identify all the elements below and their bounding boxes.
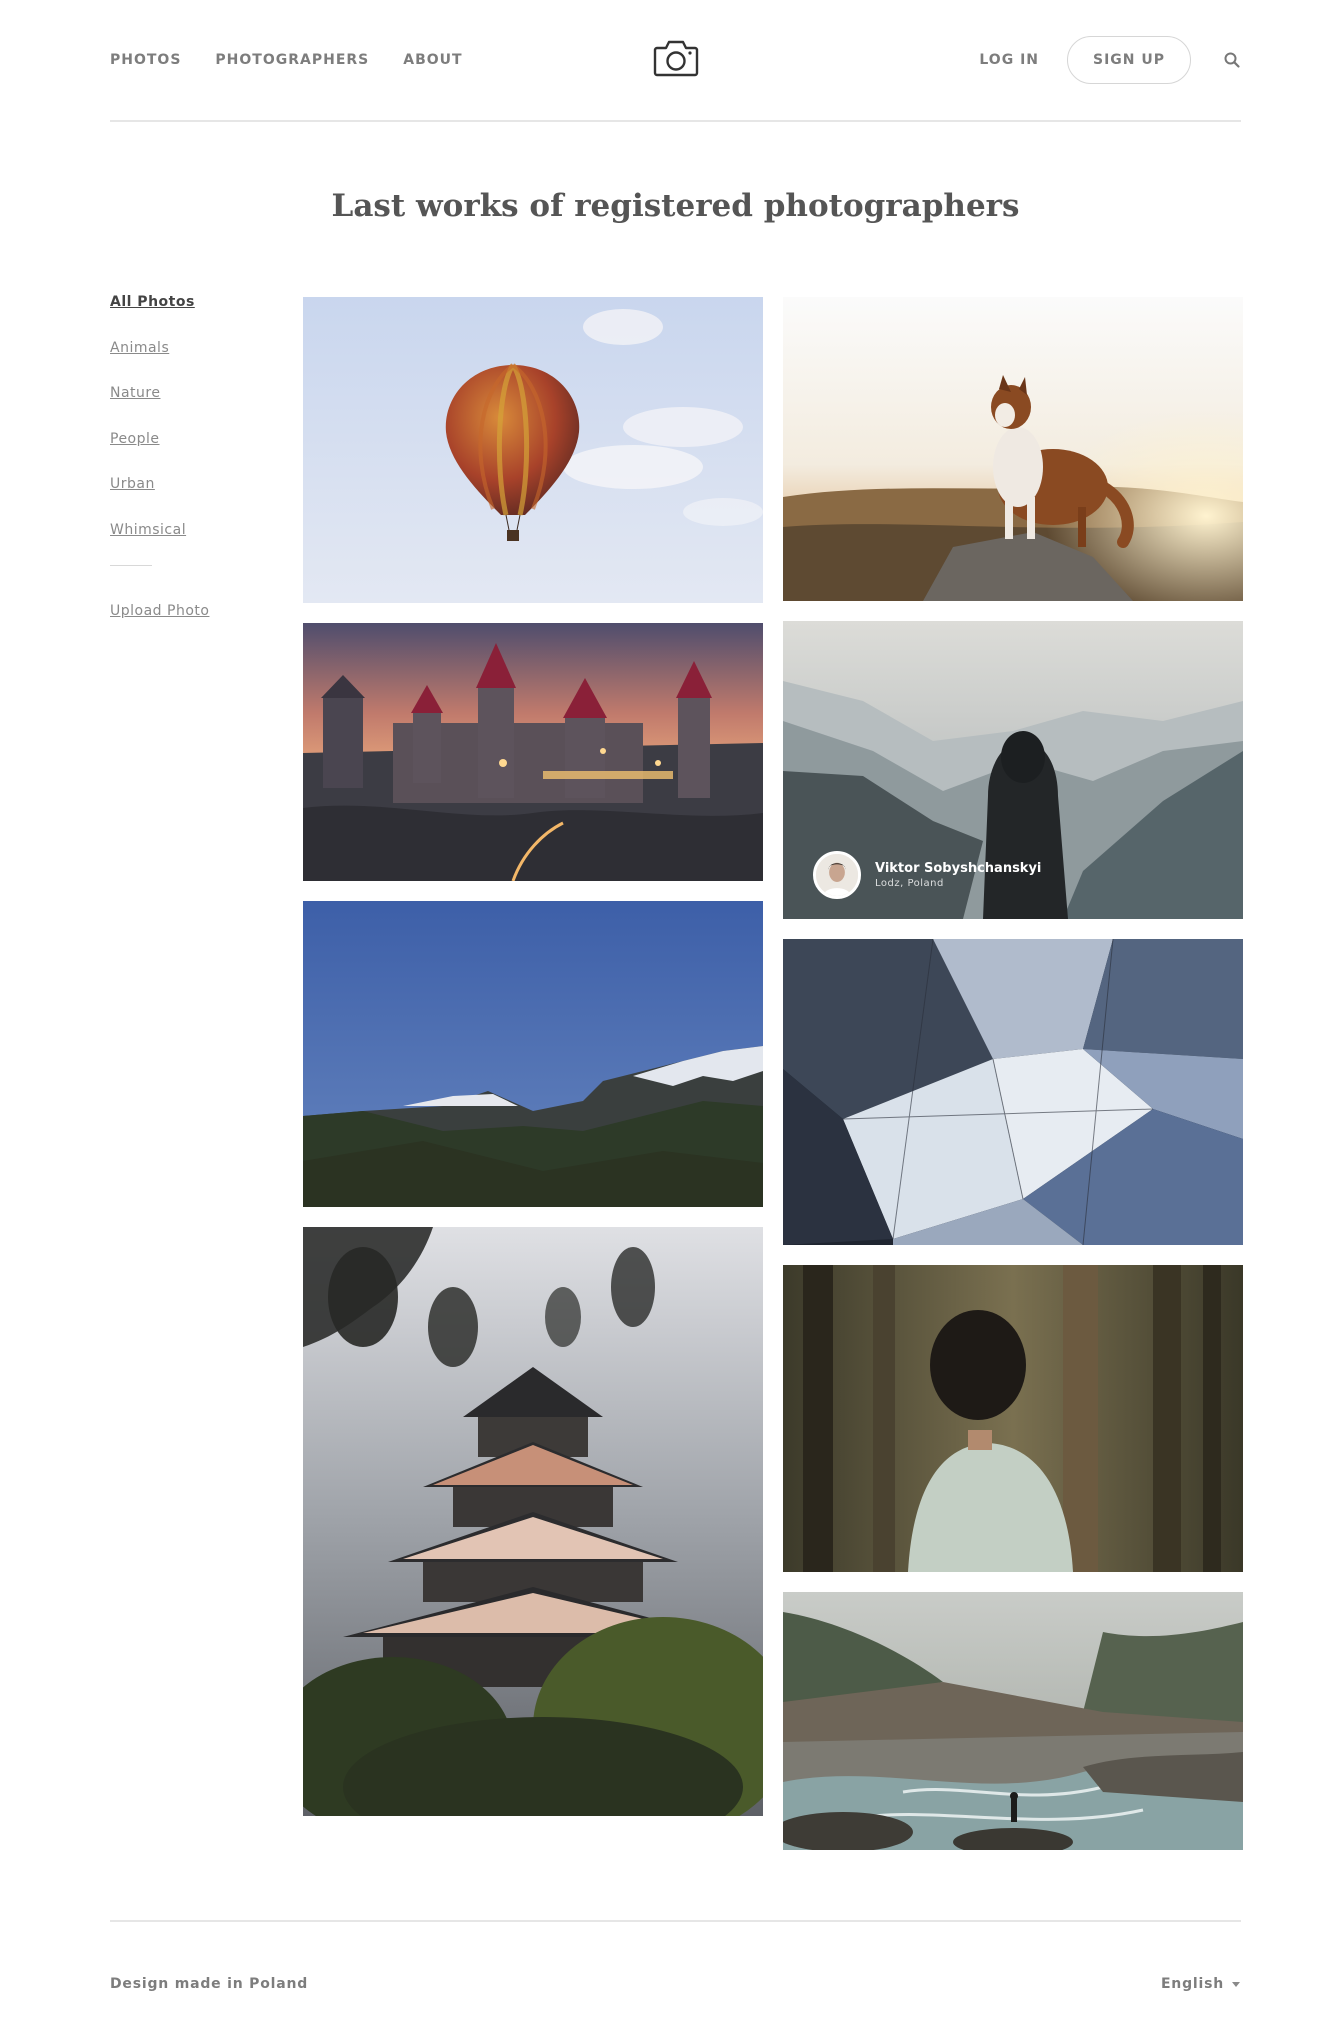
language-selector[interactable]: English — [1161, 1976, 1240, 1992]
main-nav: PHOTOS PHOTOGRAPHERS ABOUT — [110, 52, 463, 68]
category-people[interactable]: People — [110, 429, 300, 475]
photo-hooded-figure-mountains[interactable]: Viktor Sobyshchanskyi Lodz, Poland — [783, 621, 1243, 919]
nav-photographers-link[interactable]: PHOTOGRAPHERS — [215, 52, 369, 68]
photographer-location: Lodz, Poland — [875, 878, 944, 889]
category-all-photos[interactable]: All Photos — [110, 292, 300, 338]
photo-japanese-castle[interactable] — [303, 1227, 763, 1816]
chevron-down-icon — [1232, 1981, 1240, 1987]
category-animals[interactable]: Animals — [110, 338, 300, 384]
search-icon[interactable] — [1223, 51, 1241, 69]
photographer-avatar[interactable] — [813, 851, 861, 899]
upload-photo-link[interactable]: Upload Photo — [110, 603, 209, 619]
photo-river-landscape[interactable] — [783, 1592, 1243, 1850]
footer-credit: Design made in Poland — [110, 1976, 309, 1992]
photo-hot-air-balloon[interactable] — [303, 297, 763, 603]
photo-glass-architecture[interactable] — [783, 939, 1243, 1245]
account-nav: LOG IN SIGN UP — [979, 36, 1241, 84]
photographer-name[interactable]: Viktor Sobyshchanskyi — [875, 861, 1041, 876]
photo-castle-dusk[interactable] — [303, 623, 763, 881]
login-link[interactable]: LOG IN — [979, 52, 1039, 68]
site-header: PHOTOS PHOTOGRAPHERS ABOUT LOG IN SIGN U… — [110, 0, 1241, 122]
camera-logo-icon[interactable] — [653, 38, 699, 78]
page-title: Last works of registered photographers — [331, 188, 1020, 224]
category-whimsical[interactable]: Whimsical — [110, 520, 300, 566]
footer-divider — [110, 1920, 1241, 1922]
photo-dog-sunset[interactable] — [783, 297, 1243, 601]
nav-about-link[interactable]: ABOUT — [403, 52, 462, 68]
category-nature[interactable]: Nature — [110, 383, 300, 429]
photo-blue-sky-mountains[interactable] — [303, 901, 763, 1207]
category-sidebar: All Photos Animals Nature People Urban W… — [110, 292, 300, 619]
photo-woman-forest[interactable] — [783, 1265, 1243, 1572]
photo-credit[interactable]: Viktor Sobyshchanskyi Lodz, Poland — [813, 851, 1041, 899]
sidebar-divider — [110, 565, 152, 566]
credit-text: Viktor Sobyshchanskyi Lodz, Poland — [875, 861, 1041, 889]
category-urban[interactable]: Urban — [110, 474, 300, 520]
signup-button[interactable]: SIGN UP — [1067, 36, 1191, 84]
language-label: English — [1160, 1976, 1224, 1992]
nav-photos-link[interactable]: PHOTOS — [110, 52, 181, 68]
